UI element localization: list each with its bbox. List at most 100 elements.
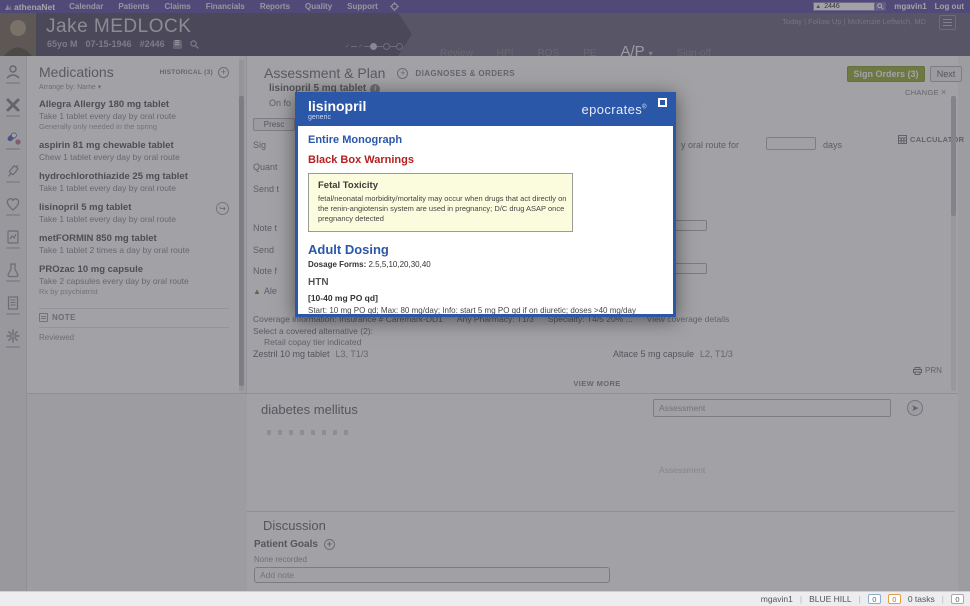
allergy-alert: ▲ Ale [253, 286, 277, 296]
athenanet-logo[interactable]: athenaNet [4, 2, 55, 12]
alternative-altace[interactable]: Altace 5 mg capsule L2, T1/3 [613, 349, 733, 359]
sidebar-item-care-plan[interactable] [5, 328, 21, 348]
medication-row[interactable]: metFORMIN 850 mg tablet Take 1 tablet 2 … [39, 233, 229, 255]
person-icon: ▲ [815, 3, 822, 10]
add-note-input[interactable] [254, 567, 610, 583]
status-department[interactable]: BLUE HILL [809, 594, 852, 604]
calculator-icon [898, 135, 907, 144]
note-button[interactable]: NOTE [39, 308, 229, 322]
diagnosis-diabetes-title[interactable]: diabetes mellitus [261, 402, 358, 417]
tasks-count[interactable]: 0 tasks [908, 594, 935, 604]
assessment-faint-label: Assessment [659, 465, 706, 475]
medications-title: Medications [39, 64, 114, 80]
patient-name[interactable]: Jake MEDLOCK [46, 16, 191, 38]
patient-search: ▲ [813, 2, 887, 11]
patient-search-input[interactable] [813, 2, 876, 11]
alternative-zestril[interactable]: Zestril 10 mg tablet L3, T1/3 [253, 349, 368, 359]
prescribe-button[interactable]: Presc [253, 118, 295, 131]
section-divider [27, 393, 958, 394]
sidebar-item-flowsheets[interactable] [5, 229, 21, 249]
sidebar-item-vitals[interactable] [5, 196, 21, 216]
chart-sidebar [0, 56, 27, 591]
htn-indication: HTN [308, 277, 329, 289]
dose-range: [10-40 mg PO qd] [308, 293, 378, 304]
patient-goals-row: Patient Goals + [254, 539, 335, 550]
days-input[interactable] [766, 137, 816, 150]
gear-icon[interactable] [389, 2, 399, 11]
sidebar-item-vaccines[interactable] [5, 163, 21, 183]
medication-row[interactable]: Allegra Allergy 180 mg tablet Take 1 tab… [39, 99, 229, 131]
fetal-toxicity-box: Fetal Toxicity fetal/neonatal morbidity/… [308, 173, 573, 233]
medication-row[interactable]: hydrochlorothiazide 25 mg tablet Take 1 … [39, 171, 229, 193]
diagnoses-orders-link[interactable]: DIAGNOSES & ORDERS [415, 69, 515, 78]
username-link[interactable]: mgavin1 [894, 2, 926, 11]
nav-quality[interactable]: Quality [305, 2, 332, 11]
appointment-info[interactable]: Today | Follow Up | McKenzie Leftwich, M… [782, 17, 926, 26]
sign-orders-button[interactable]: Sign Orders (3) [847, 66, 925, 82]
add-diagnosis-icon[interactable]: + [397, 67, 409, 79]
medication-row-lisinopril[interactable]: lisinopril 5 mg tablet Take 1 tablet eve… [39, 202, 229, 224]
nav-support[interactable]: Support [347, 2, 378, 11]
alert-count-badge[interactable]: 0 [887, 594, 901, 604]
nav-claims[interactable]: Claims [164, 2, 190, 11]
remove-order-icon[interactable]: × [941, 87, 946, 97]
historical-link[interactable]: HISTORICAL (3) [160, 69, 213, 76]
arrange-by[interactable]: Arrange by: Name ▾ [39, 83, 229, 91]
sidebar-item-patient[interactable] [5, 64, 21, 84]
sidebar-item-allergies[interactable] [5, 97, 21, 117]
sidebar-item-labs[interactable] [5, 262, 21, 282]
nav-reports[interactable]: Reports [260, 2, 290, 11]
chat-count-badge[interactable]: 0 [951, 594, 964, 604]
retail-copay-label: Retail copay tier indicated [264, 337, 362, 347]
athena-wing-icon [5, 3, 12, 10]
sig-label: Sig [253, 140, 267, 150]
dose-detail: Start: 10 mg PO qd; Max: 80 mg/day; Info… [308, 306, 636, 316]
reviewed-label[interactable]: Reviewed [39, 327, 229, 342]
medication-row[interactable]: PROzac 10 mg capsule Take 2 capsules eve… [39, 264, 229, 296]
athenanet-screen: athenaNet Calendar Patients Claims Finan… [0, 0, 970, 606]
search-icon[interactable] [875, 2, 887, 11]
medication-list: Allegra Allergy 180 mg tablet Take 1 tab… [39, 99, 229, 296]
top-nav: athenaNet Calendar Patients Claims Finan… [0, 0, 970, 13]
diabetes-assessment-input[interactable] [653, 399, 891, 417]
renew-arrow-icon[interactable]: ↪ [216, 202, 229, 215]
encounter-list-icon[interactable] [939, 15, 956, 30]
next-button[interactable]: Next [930, 66, 962, 82]
send-to-label: Send t [253, 184, 280, 194]
nav-calendar[interactable]: Calendar [69, 2, 103, 11]
view-more-link[interactable]: VIEW MORE [247, 379, 947, 388]
logout-link[interactable]: Log out [935, 2, 964, 11]
nav-patients[interactable]: Patients [118, 2, 149, 11]
chart-icon[interactable]: ☰ [172, 39, 182, 49]
add-medication-icon[interactable]: + [218, 66, 229, 78]
epocrates-popup: lisinopril generic epocrates® Entire Mon… [295, 92, 676, 317]
dosage-forms: Dosage Forms: 2.5,5,10,20,30,40 [308, 260, 431, 270]
change-link[interactable]: CHANGE [905, 88, 939, 97]
note-icon [39, 313, 48, 322]
epocrates-logo: epocrates® [581, 102, 647, 117]
popup-body: Entire Monograph Black Box Warnings Feta… [298, 126, 673, 316]
note-to-label: Note t [253, 223, 278, 233]
patient-age-sex: 65yo M [47, 39, 78, 49]
add-goal-icon[interactable]: + [323, 539, 335, 550]
fetal-toxicity-title: Fetal Toxicity [318, 180, 379, 191]
patient-photo[interactable] [0, 13, 36, 56]
entire-monograph-link[interactable]: Entire Monograph [308, 134, 663, 146]
chart-search-icon[interactable] [189, 39, 199, 49]
assessment-go-button[interactable]: ➤ [907, 400, 923, 416]
main-scrollbar[interactable] [951, 96, 956, 391]
medication-row[interactable]: aspirin 81 mg chewable tablet Chew 1 tab… [39, 140, 229, 162]
nav-financials[interactable]: Financials [206, 2, 245, 11]
print-link[interactable]: PRN [913, 366, 942, 375]
none-recorded-label: None recorded [254, 555, 307, 564]
warning-icon: ▲ [253, 286, 261, 296]
medications-scrollbar[interactable] [239, 60, 244, 391]
fetal-toxicity-text: fetal/neonatal morbidity/mortality may o… [318, 194, 567, 224]
status-username[interactable]: mgavin1 [761, 594, 793, 604]
note-for-label: Note f [253, 266, 278, 276]
inbox-count-badge[interactable]: 0 [867, 594, 881, 604]
sidebar-item-medications[interactable] [5, 130, 22, 150]
popup-close-icon[interactable] [658, 98, 667, 107]
sidebar-item-documents[interactable] [5, 295, 21, 315]
assessment-plan-title: Assessment & Plan [264, 65, 386, 81]
